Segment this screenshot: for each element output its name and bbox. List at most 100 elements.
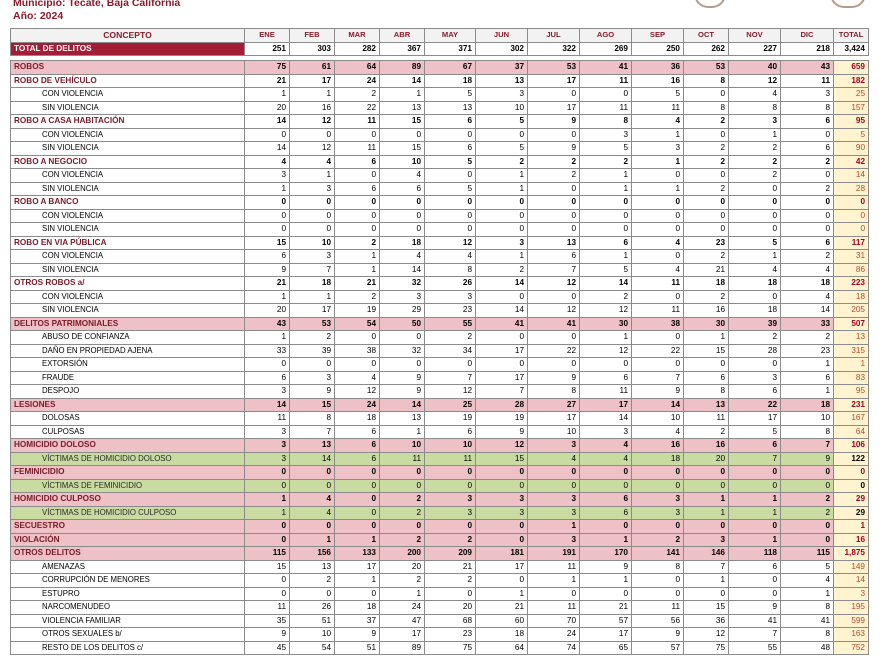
month-value: 0 [631, 249, 684, 264]
month-value: 0 [527, 357, 580, 372]
month-value: 11 [631, 600, 684, 615]
table-row: ROBOS 75 61 64 89 67 37 53 41 36 53 40 43 659 [10, 60, 869, 75]
month-value: 1 [289, 168, 335, 183]
row-label: ROBO EN VIA PÚBLICA [10, 235, 245, 250]
month-value: 10 [289, 627, 335, 642]
month-value: 0 [424, 357, 476, 372]
month-value: 6 [244, 370, 290, 385]
month-value: 0 [289, 465, 335, 480]
month-value: 16 [683, 303, 729, 318]
month-value: 0 [379, 330, 425, 345]
month-value: 303 [289, 41, 335, 56]
table-row: CON VIOLENCIA 3 1 0 4 0 1 2 1 0 0 2 0 14 [10, 168, 869, 183]
month-value: 0 [379, 222, 425, 237]
row-total: 13 [833, 330, 869, 345]
month-value: 2 [780, 181, 834, 196]
month-value: 133 [334, 546, 380, 561]
month-value: 10 [780, 411, 834, 426]
month-value: 75 [683, 640, 729, 655]
month-value: 65 [579, 640, 632, 655]
column-header-jul: JUL [527, 28, 580, 43]
table-row: SIN VIOLENCIA 0 0 0 0 0 0 0 0 0 0 0 0 0 [10, 222, 869, 237]
month-value: 0 [424, 465, 476, 480]
month-value: 2 [379, 573, 425, 588]
month-value: 20 [424, 600, 476, 615]
row-label: RESTO DE LOS DELITOS c/ [10, 640, 245, 655]
month-value: 1 [631, 127, 684, 142]
month-value: 227 [728, 41, 781, 56]
month-value: 0 [244, 573, 290, 588]
month-value: 0 [379, 478, 425, 493]
month-value: 4 [244, 154, 290, 169]
total-row: TOTAL DE DELITOS 251 303 282 367 371 302 322 269… [10, 41, 869, 56]
month-value: 141 [631, 546, 684, 561]
month-value: 23 [683, 235, 729, 250]
month-value: 13 [527, 235, 580, 250]
row-total: 16 [833, 532, 869, 547]
month-value: 0 [579, 208, 632, 223]
month-value: 0 [475, 573, 528, 588]
month-value: 41 [579, 60, 632, 75]
month-value: 13 [289, 438, 335, 453]
month-value: 1 [579, 181, 632, 196]
month-value: 0 [780, 532, 834, 547]
month-value: 0 [631, 357, 684, 372]
month-value: 6 [244, 249, 290, 264]
table-row: VÍCTIMAS DE HOMICIDIO DOLOSO 3 14 6 11 11 15 4 4… [10, 451, 869, 466]
month-value: 3 [379, 289, 425, 304]
table-row: SECUESTRO 0 0 0 0 0 0 1 0 0 0 0 0 1 [10, 519, 869, 534]
month-value: 33 [244, 343, 290, 358]
month-value: 24 [334, 73, 380, 88]
month-value: 18 [424, 73, 476, 88]
month-value: 51 [334, 640, 380, 655]
month-value: 2 [289, 330, 335, 345]
month-value: 269 [579, 41, 632, 56]
month-value: 11 [579, 73, 632, 88]
row-total: 167 [833, 411, 869, 426]
month-value: 0 [631, 519, 684, 534]
month-value: 17 [527, 100, 580, 115]
month-value: 43 [244, 316, 290, 331]
month-value: 8 [780, 627, 834, 642]
table-row: OTROS DELITOS 115 156 133 200 209 181 191 170 141… [10, 546, 869, 561]
month-value: 0 [334, 357, 380, 372]
month-value: 12 [527, 303, 580, 318]
month-value: 0 [424, 168, 476, 183]
table-row: DELITOS PATRIMONIALES 43 53 54 50 55 41 41 30 38 3… [10, 316, 869, 331]
month-value: 4 [424, 249, 476, 264]
month-value: 146 [683, 546, 729, 561]
month-value: 11 [683, 411, 729, 426]
month-value: 0 [631, 168, 684, 183]
month-value: 64 [475, 640, 528, 655]
month-value: 4 [527, 451, 580, 466]
row-label: CON VIOLENCIA [10, 289, 245, 304]
month-value: 4 [379, 168, 425, 183]
month-value: 17 [475, 559, 528, 574]
month-value: 0 [244, 532, 290, 547]
month-value: 1 [289, 532, 335, 547]
month-value: 4 [631, 235, 684, 250]
row-label: CON VIOLENCIA [10, 249, 245, 264]
month-value: 3 [728, 370, 781, 385]
month-value: 17 [379, 627, 425, 642]
month-value: 6 [527, 249, 580, 264]
month-value: 0 [334, 505, 380, 520]
month-value: 0 [244, 195, 290, 210]
month-value: 4 [780, 262, 834, 277]
month-value: 0 [631, 289, 684, 304]
month-value: 3 [244, 424, 290, 439]
month-value: 1 [579, 573, 632, 588]
month-value: 41 [728, 613, 781, 628]
month-value: 0 [379, 519, 425, 534]
row-total: 223 [833, 276, 869, 291]
month-value: 19 [475, 411, 528, 426]
month-value: 0 [527, 195, 580, 210]
month-value: 4 [579, 438, 632, 453]
month-value: 1 [579, 532, 632, 547]
month-value: 9 [379, 384, 425, 399]
month-value: 38 [631, 316, 684, 331]
month-value: 9 [527, 114, 580, 129]
month-value: 10 [527, 424, 580, 439]
month-value: 0 [728, 586, 781, 601]
month-value: 5 [424, 154, 476, 169]
